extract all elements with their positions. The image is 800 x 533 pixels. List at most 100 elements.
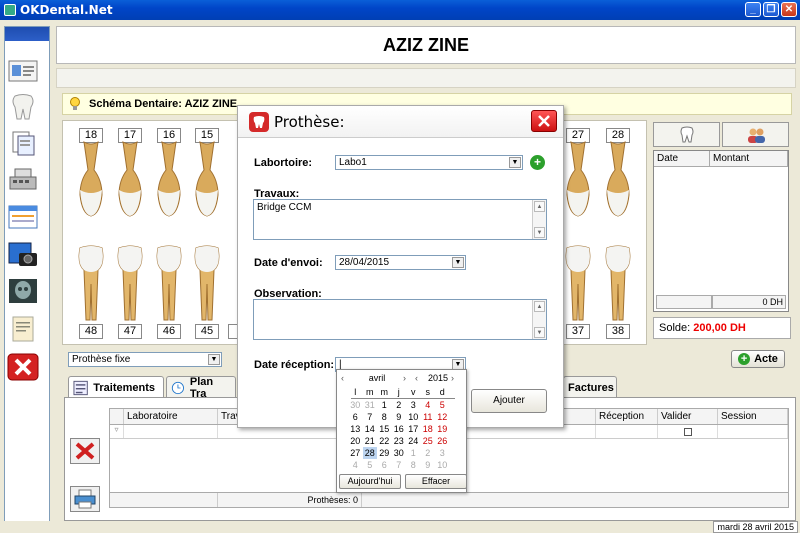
calendar-day[interactable]: 1: [377, 399, 392, 411]
calendar-day[interactable]: 8: [377, 411, 392, 423]
camera-icon[interactable]: [6, 240, 40, 270]
tooth-icon[interactable]: [6, 92, 40, 122]
documents-icon[interactable]: [6, 128, 40, 158]
prothese-type-select[interactable]: Prothèse fixe ▼: [68, 352, 222, 367]
calendar-day[interactable]: 10: [406, 411, 421, 423]
tooth[interactable]: [560, 244, 596, 324]
calendar-day[interactable]: 4: [421, 399, 436, 411]
calendar-day[interactable]: 18: [421, 423, 436, 435]
tooth[interactable]: [112, 140, 148, 220]
dialog-close-button[interactable]: [531, 110, 557, 132]
scrollbar[interactable]: ▲ ▼: [532, 200, 546, 239]
calendar-day[interactable]: 31: [363, 399, 378, 411]
tooth[interactable]: [600, 244, 636, 324]
calendar-day[interactable]: 23: [392, 435, 407, 447]
notes-icon[interactable]: [6, 314, 40, 344]
calendar-day[interactable]: 7: [363, 411, 378, 423]
tab-patients[interactable]: [722, 122, 789, 147]
calendar-day[interactable]: 5: [435, 399, 450, 411]
minimize-button[interactable]: _: [745, 2, 761, 17]
close-window-button[interactable]: ✕: [781, 2, 797, 17]
calendar-day[interactable]: 15: [377, 423, 392, 435]
calendar-day[interactable]: 21: [363, 435, 378, 447]
calendar-day[interactable]: 9: [392, 411, 407, 423]
add-labo-button[interactable]: +: [530, 155, 545, 170]
payments-total: 0 DH: [712, 295, 786, 309]
calendar-day[interactable]: 19: [435, 423, 450, 435]
tab-plan-traitement[interactable]: Plan Tra: [166, 376, 236, 400]
calendar-day[interactable]: 27: [348, 447, 363, 459]
observation-textarea[interactable]: ▲ ▼: [253, 299, 547, 340]
date-envoi-picker[interactable]: 28/04/2015 ▼: [335, 255, 466, 270]
calendar-day[interactable]: 29: [377, 447, 392, 459]
calendar-day[interactable]: 5: [363, 459, 378, 471]
patient-card-icon[interactable]: [6, 56, 40, 86]
travaux-textarea[interactable]: Bridge CCM ▲ ▼: [253, 199, 547, 240]
calendar-day[interactable]: 12: [435, 411, 450, 423]
tab-factures[interactable]: Factures: [563, 376, 617, 398]
clear-date-button[interactable]: Effacer: [405, 474, 467, 489]
calendar-day[interactable]: 13: [348, 423, 363, 435]
exit-icon[interactable]: [6, 352, 40, 382]
valider-checkbox[interactable]: [683, 427, 692, 436]
today-button[interactable]: Aujourd'hui: [339, 474, 401, 489]
xray-icon[interactable]: [6, 276, 40, 306]
delete-button[interactable]: [70, 438, 100, 464]
calendar-day[interactable]: 24: [406, 435, 421, 447]
tooth-number[interactable]: 47: [118, 324, 142, 339]
add-acte-button[interactable]: + Acte: [731, 350, 785, 368]
tooth-number[interactable]: 48: [79, 324, 103, 339]
labo-select[interactable]: Labo1 ▼: [335, 155, 523, 170]
calendar-day[interactable]: 14: [363, 423, 378, 435]
prev-year-button[interactable]: ‹: [415, 373, 425, 383]
tooth-number[interactable]: 37: [566, 324, 590, 339]
next-year-button[interactable]: ›: [451, 373, 461, 383]
tooth[interactable]: [73, 140, 109, 220]
calendar-day[interactable]: 22: [377, 435, 392, 447]
calendar-window-icon[interactable]: [6, 202, 40, 232]
calendar-day[interactable]: 7: [392, 459, 407, 471]
calendar-day[interactable]: 6: [377, 459, 392, 471]
calendar-day[interactable]: 8: [406, 459, 421, 471]
prev-month-button[interactable]: ‹: [341, 373, 351, 383]
print-button[interactable]: [70, 486, 100, 512]
calendar-day[interactable]: 6: [348, 411, 363, 423]
calendar-day[interactable]: 25: [421, 435, 436, 447]
calendar-day[interactable]: 4: [348, 459, 363, 471]
weekday-label: v: [411, 387, 416, 397]
tab-tooth-finance[interactable]: [653, 122, 720, 147]
calendar-day[interactable]: 9: [421, 459, 436, 471]
tab-traitements[interactable]: Traitements: [68, 376, 164, 398]
tooth-number[interactable]: 38: [606, 324, 630, 339]
tooth-number[interactable]: 45: [195, 324, 219, 339]
tooth-number[interactable]: 46: [157, 324, 181, 339]
tooth[interactable]: [151, 140, 187, 220]
calendar-day[interactable]: 2: [392, 399, 407, 411]
calendar-day[interactable]: 26: [435, 435, 450, 447]
calendar-day[interactable]: 20: [348, 435, 363, 447]
cash-register-icon[interactable]: [6, 164, 40, 194]
calendar-day[interactable]: 30: [392, 447, 407, 459]
calendar-day[interactable]: 30: [348, 399, 363, 411]
tooth[interactable]: [560, 140, 596, 220]
calendar-day[interactable]: 11: [421, 411, 436, 423]
calendar-day[interactable]: 10: [435, 459, 450, 471]
calendar-day[interactable]: 3: [435, 447, 450, 459]
calendar-day[interactable]: 28: [362, 447, 377, 459]
calendar-day[interactable]: 16: [392, 423, 407, 435]
tooth[interactable]: [600, 140, 636, 220]
calendar-day[interactable]: 17: [406, 423, 421, 435]
tooth[interactable]: [189, 244, 225, 324]
ajouter-button[interactable]: Ajouter: [471, 389, 547, 413]
calendar-day[interactable]: 2: [421, 447, 436, 459]
tooth[interactable]: [151, 244, 187, 324]
next-month-button[interactable]: ›: [403, 373, 415, 383]
column-laboratoire: Laboratoire: [124, 409, 218, 424]
scrollbar[interactable]: ▲ ▼: [532, 300, 546, 339]
tooth[interactable]: [112, 244, 148, 324]
tooth[interactable]: [189, 140, 225, 220]
maximize-button[interactable]: ❐: [763, 2, 779, 17]
tooth[interactable]: [73, 244, 109, 324]
calendar-day[interactable]: 3: [406, 399, 421, 411]
calendar-day[interactable]: 1: [406, 447, 421, 459]
